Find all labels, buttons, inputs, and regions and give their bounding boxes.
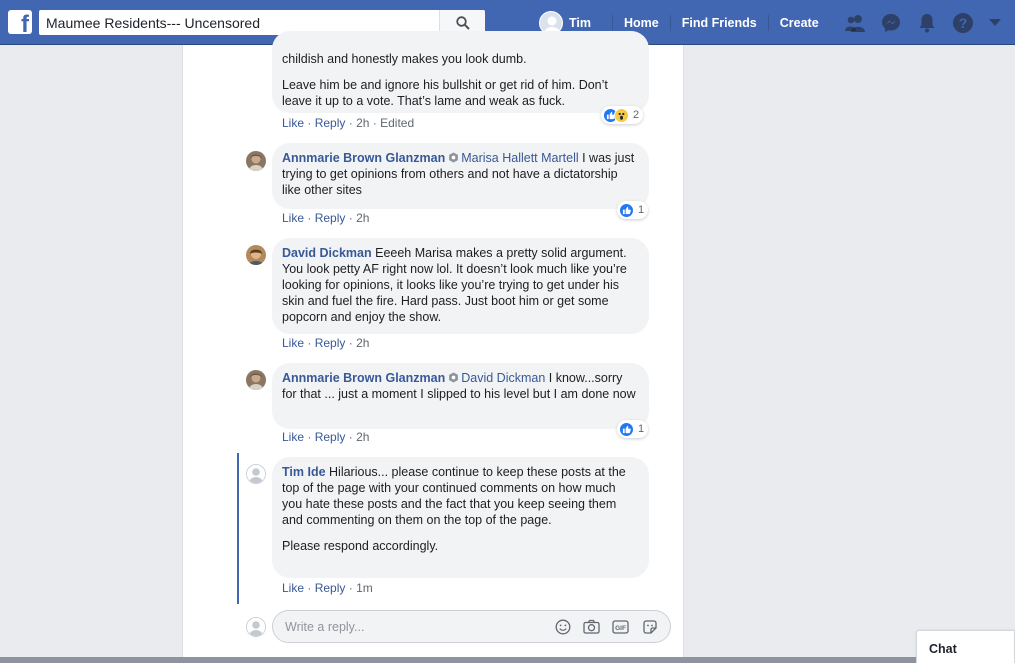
- comment-timestamp[interactable]: 2h: [356, 336, 369, 350]
- reaction-count: 2: [633, 109, 640, 121]
- avatar[interactable]: [246, 245, 266, 265]
- admin-badge-icon: [449, 372, 459, 383]
- notifications-button[interactable]: [909, 0, 945, 45]
- gif-icon: GIF: [612, 619, 629, 634]
- chat-tab[interactable]: Chat: [916, 630, 1015, 663]
- reaction-count: 1: [638, 423, 645, 435]
- comment-bubble: childish and honestly makes you look dum…: [272, 31, 649, 113]
- comment-author[interactable]: Tim Ide: [282, 465, 326, 479]
- comment-text: Leave him be and ignore his bullshit or …: [282, 78, 608, 108]
- nav-find-friends[interactable]: Find Friends: [682, 16, 757, 30]
- comments-panel: childish and honestly makes you look dum…: [182, 31, 684, 657]
- comment-bubble: Tim Ide Hilarious... please continue to …: [272, 457, 649, 578]
- facebook-logo-icon[interactable]: f: [8, 10, 32, 37]
- reply-button[interactable]: Reply: [315, 116, 346, 130]
- sticker-button[interactable]: [641, 618, 658, 635]
- like-button[interactable]: Like: [282, 581, 304, 595]
- reaction-summary[interactable]: 1: [617, 420, 649, 438]
- nav-home[interactable]: Home: [624, 16, 659, 30]
- comment-text: childish and honestly makes you look dum…: [282, 52, 527, 66]
- top-nav-icons: ?: [837, 0, 1009, 45]
- camera-icon: [583, 619, 600, 634]
- bell-icon: [919, 13, 935, 32]
- reply-input[interactable]: [285, 611, 545, 642]
- reply-button[interactable]: Reply: [315, 211, 346, 225]
- wow-reaction-icon: [614, 107, 629, 123]
- nav-create[interactable]: Create: [780, 16, 819, 30]
- like-button[interactable]: Like: [282, 430, 304, 444]
- comment-author[interactable]: David Dickman: [282, 246, 372, 260]
- account-menu-button[interactable]: [981, 0, 1009, 45]
- nav-divider: [669, 14, 671, 31]
- avatar[interactable]: [246, 370, 266, 390]
- comment-actions: Like · Reply · 2h · Edited: [282, 116, 415, 130]
- reply-button[interactable]: Reply: [315, 430, 346, 444]
- nav-divider: [612, 14, 613, 31]
- comment-timestamp[interactable]: 1m: [356, 581, 373, 595]
- reply-composer: GIF: [272, 610, 671, 643]
- like-button[interactable]: Like: [282, 211, 304, 225]
- messenger-button[interactable]: [873, 0, 909, 45]
- comment-timestamp[interactable]: 2h: [356, 116, 369, 130]
- emoji-icon: [555, 619, 570, 634]
- sticker-icon: [642, 619, 657, 634]
- admin-badge-icon: [449, 152, 459, 163]
- comment-actions: Like · Reply · 2h: [282, 336, 370, 350]
- emoji-button[interactable]: [554, 618, 571, 635]
- comment-actions: Like · Reply · 1m: [282, 581, 373, 595]
- nav-divider: [767, 14, 769, 31]
- profile-name: Tim: [569, 15, 591, 30]
- reaction-summary[interactable]: 2: [601, 106, 644, 124]
- help-icon: ?: [953, 12, 973, 33]
- comment-actions: Like · Reply · 2h: [282, 211, 370, 225]
- bottom-bar: [0, 657, 916, 663]
- like-reaction-icon: [619, 202, 634, 218]
- friends-icon: [845, 14, 865, 32]
- comment-mention[interactable]: David Dickman: [461, 371, 545, 385]
- reply-button[interactable]: Reply: [315, 581, 346, 595]
- like-button[interactable]: Like: [282, 116, 304, 130]
- chevron-down-icon: [989, 18, 1001, 26]
- reply-button[interactable]: Reply: [315, 336, 346, 350]
- comment-text: Please respond accordingly.: [282, 539, 439, 553]
- avatar[interactable]: [246, 151, 266, 171]
- friend-requests-button[interactable]: [837, 0, 873, 45]
- comment-timestamp[interactable]: 2h: [356, 430, 369, 444]
- reply-tools: GIF: [554, 618, 658, 635]
- avatar[interactable]: [246, 464, 266, 484]
- search-icon: [455, 15, 470, 30]
- comment-mention[interactable]: Marisa Hallett Martell: [461, 151, 578, 165]
- photo-button[interactable]: [583, 618, 600, 635]
- comment-author[interactable]: Annmarie Brown Glanzman: [282, 151, 445, 165]
- help-button[interactable]: ?: [945, 0, 981, 45]
- new-comment-indicator: [237, 453, 239, 604]
- comment-timestamp[interactable]: 2h: [356, 211, 369, 225]
- svg-text:?: ?: [959, 15, 968, 31]
- comment-actions: Like · Reply · 2h: [282, 430, 370, 444]
- reaction-count: 1: [638, 204, 645, 216]
- svg-text:GIF: GIF: [615, 624, 626, 631]
- comment-bubble: David Dickman Eeeeh Marisa makes a prett…: [272, 238, 649, 334]
- comment-bubble: Annmarie Brown Glanzman Marisa Hallett Ma…: [272, 143, 649, 209]
- avatar: [246, 617, 266, 637]
- chat-label: Chat: [929, 642, 957, 656]
- comment-bubble: Annmarie Brown Glanzman David Dickman I k…: [272, 363, 649, 429]
- like-button[interactable]: Like: [282, 336, 304, 350]
- reaction-summary[interactable]: 1: [617, 201, 649, 219]
- gif-button[interactable]: GIF: [612, 618, 629, 635]
- messenger-icon: [882, 13, 900, 32]
- like-reaction-icon: [619, 421, 634, 437]
- comment-text: Hilarious... please continue to keep the…: [282, 465, 626, 527]
- edited-label: Edited: [380, 116, 415, 130]
- comment-author[interactable]: Annmarie Brown Glanzman: [282, 371, 445, 385]
